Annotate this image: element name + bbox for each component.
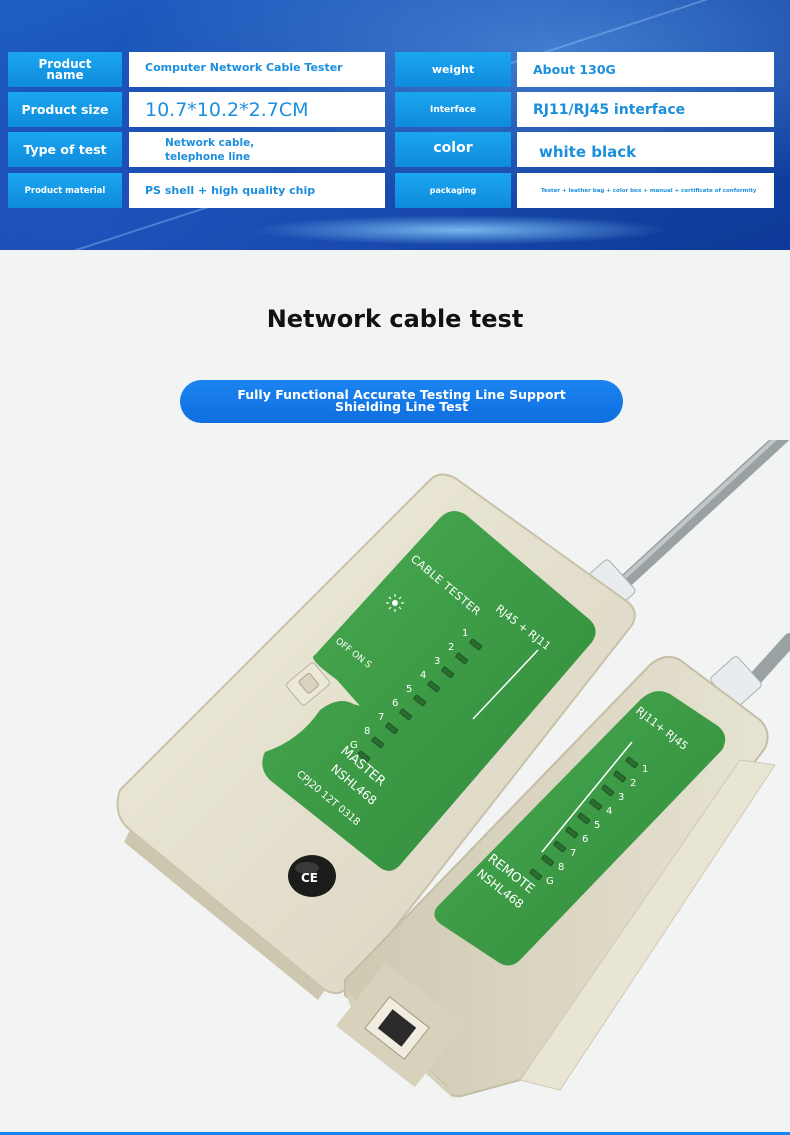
master-led-label: 8 bbox=[364, 726, 370, 737]
spec-label-packaging: packaging bbox=[395, 173, 511, 208]
spec-value-product-size: 10.7*10.2*2.7CM bbox=[129, 92, 385, 127]
ce-mark-icon: CE bbox=[288, 855, 336, 897]
spec-value-product-name: Computer Network Cable Tester bbox=[129, 52, 385, 87]
spec-value-weight: About 130G bbox=[517, 52, 774, 87]
remote-led-label: 1 bbox=[642, 764, 648, 775]
spec-value-type-of-test: Network cable, telephone line bbox=[129, 132, 385, 167]
spec-value-color: white black bbox=[517, 132, 774, 167]
spec-label-product-name: Product name bbox=[8, 52, 122, 87]
svg-text:CE: CE bbox=[301, 871, 318, 885]
remote-led-label: 8 bbox=[558, 862, 564, 873]
spec-value-packaging: Tester + leather bag + color box + manua… bbox=[517, 173, 774, 208]
master-led-label: 3 bbox=[434, 656, 440, 667]
master-led-label: 2 bbox=[448, 642, 454, 653]
section-title: Network cable test bbox=[266, 305, 524, 333]
remote-led-label: G bbox=[546, 876, 554, 887]
master-led-label: 6 bbox=[392, 698, 398, 709]
master-led-label: 1 bbox=[462, 628, 468, 639]
spec-value-product-material: PS shell + high quality chip bbox=[129, 173, 385, 208]
spec-label-type-of-test: Type of test bbox=[8, 132, 122, 167]
remote-led-label: 4 bbox=[606, 806, 612, 817]
spec-label-interface: Interface bbox=[395, 92, 511, 127]
spec-value-interface: RJ11/RJ45 interface bbox=[517, 92, 774, 127]
specs-banner: Product name Computer Network Cable Test… bbox=[0, 0, 790, 250]
banner-glow bbox=[250, 215, 670, 245]
spec-label-color: color bbox=[395, 132, 511, 167]
remote-led-label: 5 bbox=[594, 820, 600, 831]
cable-tester-illustration: 12345678G CABLE TESTER RJ45 + RJ11 OFF O… bbox=[116, 440, 790, 1100]
remote-led-label: 7 bbox=[570, 848, 576, 859]
remote-led-label: 3 bbox=[618, 792, 624, 803]
master-led-label: 7 bbox=[378, 712, 384, 723]
master-led-label: 4 bbox=[420, 670, 426, 681]
master-led-label: 5 bbox=[406, 684, 412, 695]
remote-led-label: 6 bbox=[582, 834, 588, 845]
spec-label-product-size: Product size bbox=[8, 92, 122, 127]
remote-led-label: 2 bbox=[630, 778, 636, 789]
feature-pill: Fully Functional Accurate Testing Line S… bbox=[180, 380, 623, 423]
spec-label-weight: weight bbox=[395, 52, 511, 87]
spec-label-product-material: Product material bbox=[8, 173, 122, 208]
